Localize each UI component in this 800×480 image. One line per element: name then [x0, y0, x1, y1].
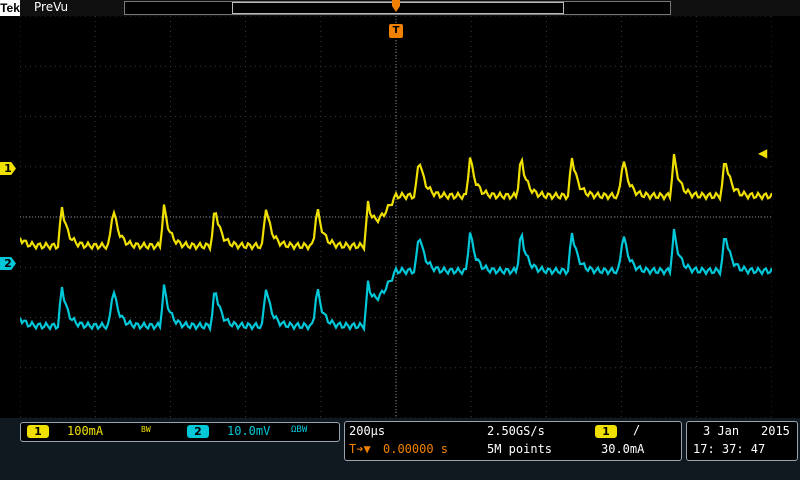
- trigger-level: 30.0mA: [601, 442, 645, 456]
- ch1-badge[interactable]: 1: [27, 425, 49, 438]
- trigger-position-prefix: T➔▼: [349, 442, 371, 456]
- timebase-trigger-panel[interactable]: 200µs 2.50GS/s 1 / T➔▼ 0.00000 s 5M poin…: [344, 421, 682, 461]
- brand-logo: Tek: [0, 0, 20, 16]
- trigger-point-marker[interactable]: T: [389, 24, 403, 38]
- trigger-position-icon: [392, 0, 400, 12]
- graticule-grid: [18, 15, 773, 419]
- ch2-badge[interactable]: 2: [187, 425, 209, 438]
- ch2-scale: 10.0mV: [227, 424, 271, 438]
- trigger-level-marker[interactable]: ◀: [758, 146, 767, 160]
- acquisition-mode: PreVu: [34, 0, 69, 14]
- record-length: 5M points: [487, 442, 553, 456]
- ch2-coupling-bw-icon: ΩBW: [291, 425, 308, 435]
- sample-rate: 2.50GS/s: [487, 424, 545, 438]
- ch2-ground-marker[interactable]: 2: [0, 257, 16, 270]
- ch1-ground-marker[interactable]: 1: [0, 162, 16, 175]
- ch1-scale: 100mA: [67, 424, 104, 438]
- status-bar: Tek PreVu: [0, 0, 800, 16]
- trigger-slope-icon: /: [633, 423, 641, 437]
- trigger-source-badge[interactable]: 1: [595, 425, 617, 438]
- year: 2015: [761, 424, 790, 438]
- channel-readout-panel[interactable]: 1 100mA BW 2 10.0mV ΩBW: [20, 422, 340, 442]
- horizontal-scale: 200µs: [349, 424, 386, 438]
- date: 3 Jan: [703, 424, 740, 438]
- ch1-bw-limit-icon: BW: [141, 425, 151, 434]
- datetime-panel: 3 Jan 2015 17: 37: 47: [686, 421, 798, 461]
- waveform-graticule[interactable]: [18, 15, 773, 419]
- time: 17: 37: 47: [693, 442, 766, 456]
- horizontal-position: 0.00000 s: [383, 442, 449, 456]
- readout-panel: 1 100mA BW 2 10.0mV ΩBW 200µs 2.50GS/s 1…: [0, 418, 800, 480]
